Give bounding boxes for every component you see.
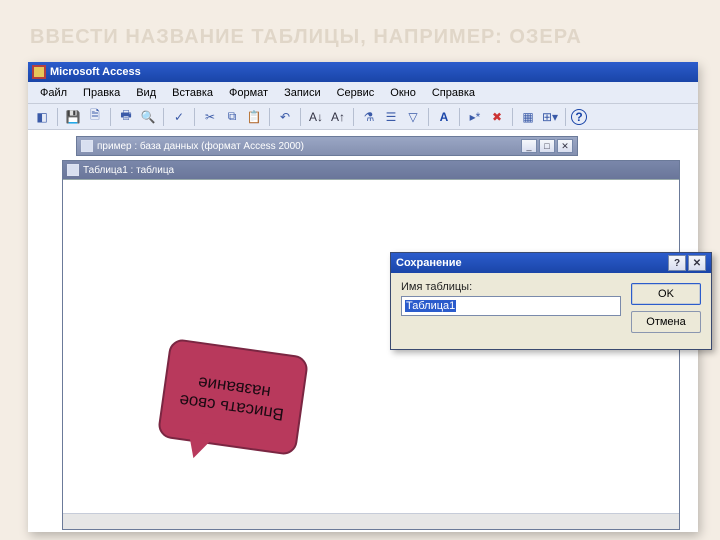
toolbar: ◧ 💾 🗎 🖶 🔍 ✓ ✂ ⧉ 📋 ↶ A↓ A↑ ⚗ ☰ ▽ A ▸* ✖ ▦…	[28, 104, 698, 130]
menu-file[interactable]: Файл	[34, 85, 73, 101]
save-dialog-title: Сохранение	[396, 257, 462, 269]
database-window-titlebar[interactable]: пример : база данных (формат Access 2000…	[77, 137, 577, 155]
database-icon	[81, 140, 93, 152]
db-window-icon[interactable]: ▦	[518, 107, 538, 127]
design-view-icon[interactable]: ◧	[32, 107, 52, 127]
print-icon[interactable]: 🖶	[116, 107, 136, 127]
ok-button[interactable]: OK	[631, 283, 701, 305]
db-close-icon[interactable]: ✕	[557, 139, 573, 153]
access-screenshot: Microsoft Access Файл Правка Вид Вставка…	[28, 62, 698, 532]
app-titlebar: Microsoft Access	[28, 62, 698, 82]
apply-filter-icon[interactable]: ▽	[403, 107, 423, 127]
table-name-label: Имя таблицы:	[401, 281, 621, 293]
table-body	[63, 179, 679, 529]
menu-help[interactable]: Справка	[426, 85, 481, 101]
copy-icon[interactable]: ⧉	[222, 107, 242, 127]
save-icon[interactable]: 💾	[63, 107, 83, 127]
database-window[interactable]: пример : база данных (формат Access 2000…	[76, 136, 578, 156]
cut-icon[interactable]: ✂	[200, 107, 220, 127]
spell-icon[interactable]: ✓	[169, 107, 189, 127]
save-dialog: Сохранение ? ✕ Имя таблицы: Таблица1 OK …	[390, 252, 712, 350]
table-window-title: Таблица1 : таблица	[83, 165, 174, 176]
db-min-icon[interactable]: _	[521, 139, 537, 153]
database-window-title: пример : база данных (формат Access 2000…	[97, 141, 304, 152]
new-icon[interactable]: 🗎	[85, 107, 105, 127]
preview-icon[interactable]: 🔍	[138, 107, 158, 127]
db-max-icon[interactable]: □	[539, 139, 555, 153]
save-dialog-titlebar[interactable]: Сохранение ? ✕	[391, 253, 711, 273]
menu-records[interactable]: Записи	[278, 85, 327, 101]
find-icon[interactable]: A	[434, 107, 454, 127]
menu-view[interactable]: Вид	[130, 85, 162, 101]
new-record-icon[interactable]: ▸*	[465, 107, 485, 127]
dialog-close-icon[interactable]: ✕	[688, 255, 706, 271]
app-title: Microsoft Access	[50, 66, 141, 78]
callout-bubble: Вписать свое название	[157, 338, 310, 457]
datasheet-icon	[67, 164, 79, 176]
menubar: Файл Правка Вид Вставка Формат Записи Се…	[28, 82, 698, 104]
slide-title: ВВЕСТИ НАЗВАНИЕ ТАБЛИЦЫ, НАПРИМЕР: ОЗЕРА	[30, 26, 582, 49]
filter-sel-icon[interactable]: ⚗	[359, 107, 379, 127]
new-object-icon[interactable]: ⊞▾	[540, 107, 560, 127]
cancel-button[interactable]: Отмена	[631, 311, 701, 333]
access-app-icon	[32, 65, 46, 79]
menu-tools[interactable]: Сервис	[331, 85, 381, 101]
help-icon[interactable]: ?	[571, 109, 587, 125]
paste-icon[interactable]: 📋	[244, 107, 264, 127]
menu-format[interactable]: Формат	[223, 85, 274, 101]
table-name-input[interactable]: Таблица1	[401, 296, 621, 316]
delete-record-icon[interactable]: ✖	[487, 107, 507, 127]
callout-text: Вписать свое название	[169, 368, 297, 426]
undo-icon[interactable]: ↶	[275, 107, 295, 127]
menu-insert[interactable]: Вставка	[166, 85, 219, 101]
sort-desc-icon[interactable]: A↑	[328, 107, 348, 127]
filter-form-icon[interactable]: ☰	[381, 107, 401, 127]
sort-asc-icon[interactable]: A↓	[306, 107, 326, 127]
table-name-value: Таблица1	[405, 300, 456, 312]
menu-edit[interactable]: Правка	[77, 85, 126, 101]
table-window-titlebar[interactable]: Таблица1 : таблица	[63, 161, 679, 179]
dialog-help-icon[interactable]: ?	[668, 255, 686, 271]
horizontal-scrollbar[interactable]	[63, 513, 679, 529]
menu-window[interactable]: Окно	[384, 85, 422, 101]
